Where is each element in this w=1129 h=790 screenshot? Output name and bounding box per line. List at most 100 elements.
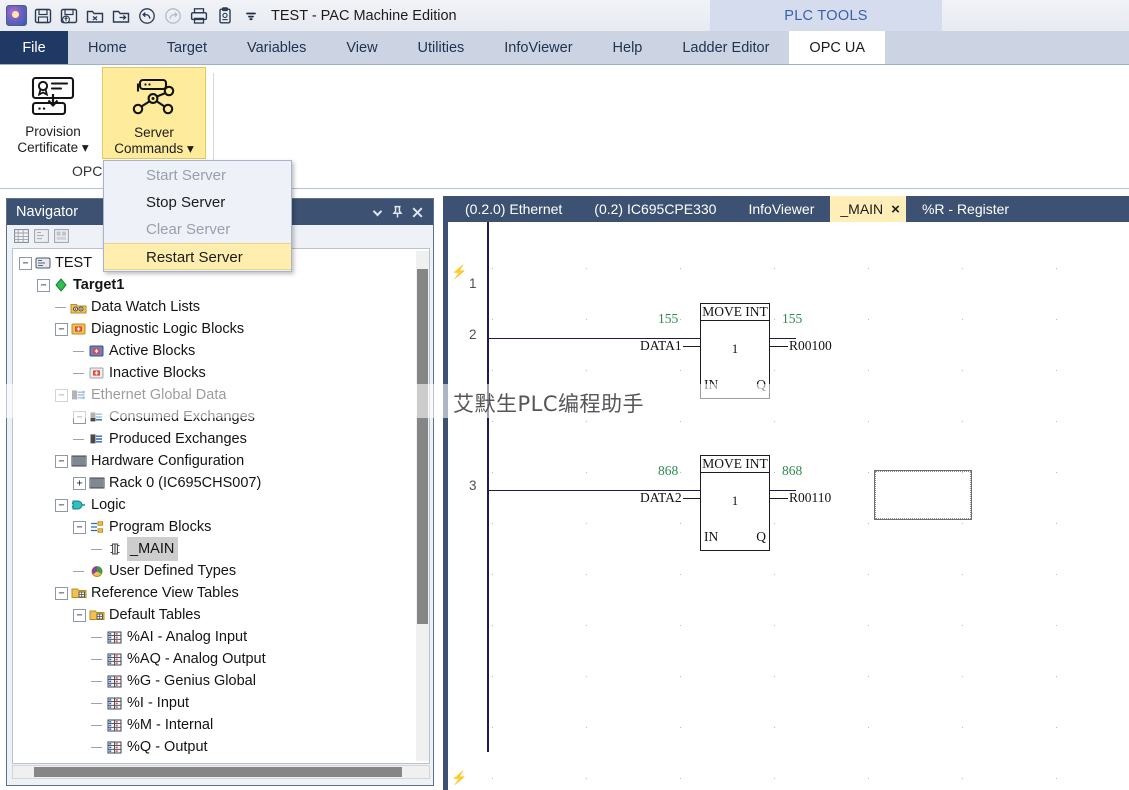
provision-certificate-button[interactable]: Provision Certificate ▾	[4, 67, 102, 159]
folder-close-icon[interactable]	[82, 3, 107, 28]
tree-item-program-blocks[interactable]: − Program Blocks	[13, 516, 429, 538]
progblocks-icon	[88, 519, 105, 535]
editor-tab-infoviewer[interactable]: InfoViewer	[732, 196, 830, 222]
chevron-down-icon[interactable]	[367, 202, 387, 222]
properties-icon[interactable]	[33, 229, 49, 244]
collapse-toggle-icon[interactable]: −	[55, 322, 68, 336]
tab-file[interactable]: File	[0, 31, 68, 65]
tree-connector	[91, 741, 104, 754]
close-icon[interactable]: ×	[891, 201, 900, 218]
navigator-vertical-scrollbar[interactable]	[416, 251, 429, 761]
collapse-toggle-icon[interactable]: −	[55, 498, 68, 512]
tree-item-active-blocks[interactable]: Active Blocks	[13, 340, 429, 362]
dropdown-caret-icon[interactable]: ▾	[78, 140, 89, 155]
function-block-2-output-operand[interactable]: R00110	[789, 490, 831, 506]
tab-ladder-editor[interactable]: Ladder Editor	[662, 31, 789, 65]
close-icon[interactable]	[407, 202, 427, 222]
tree-connector	[73, 367, 86, 380]
tab-opc-ua[interactable]: OPC UA	[789, 31, 886, 65]
tree-item-target1[interactable]: − Target1	[13, 274, 429, 296]
tree-item-main[interactable]: _MAIN	[13, 537, 429, 561]
navigator-horizontal-scrollbar[interactable]	[12, 765, 430, 779]
expand-toggle-icon[interactable]: +	[73, 476, 86, 490]
table-icon	[106, 651, 123, 667]
exchange-icon	[88, 431, 105, 447]
navigator-vscroll-thumb[interactable]	[417, 269, 428, 624]
tree-item-reference-view-tables[interactable]: − Reference View Tables	[13, 582, 429, 604]
grid-dot	[1056, 574, 1057, 575]
menu-item-start-server[interactable]: Start Server	[104, 162, 291, 189]
clipboard-icon[interactable]	[212, 3, 237, 28]
collapse-toggle-icon[interactable]: −	[37, 278, 50, 292]
collapse-toggle-icon[interactable]: −	[73, 608, 86, 622]
undo-icon[interactable]	[134, 3, 159, 28]
collapse-toggle-icon[interactable]: −	[73, 520, 86, 534]
ladder-canvas[interactable]: 1 2 3 ⚡ ⚡ MOVE INT 1 IN Q DATA1 R00100 1…	[443, 222, 1129, 790]
tab-view[interactable]: View	[326, 31, 397, 65]
tree-item-data-watch-lists[interactable]: Data Watch Lists	[13, 296, 429, 318]
tree-item-inactive-blocks[interactable]: Inactive Blocks	[13, 362, 429, 384]
function-block-1-output-operand[interactable]: R00100	[789, 338, 832, 354]
grid-dot	[868, 421, 869, 422]
function-block-2-out-stub	[770, 498, 788, 499]
editor-tab-main[interactable]: _MAIN ×	[830, 196, 906, 222]
inactiveblock-icon	[88, 365, 105, 381]
tab-target[interactable]: Target	[147, 31, 227, 65]
chevron-down-icon[interactable]	[238, 3, 263, 28]
selection-rectangle[interactable]	[874, 470, 972, 520]
grid-dot	[680, 421, 681, 422]
navigator-tree[interactable]: − TEST − Target1 Data Watch Lists − Diagnostic…	[12, 248, 430, 764]
server-commands-button[interactable]: Server Commands ▾	[102, 67, 206, 159]
grid-dot	[492, 370, 493, 371]
tab-infoviewer[interactable]: InfoViewer	[484, 31, 592, 65]
tab-utilities[interactable]: Utilities	[398, 31, 485, 65]
grid-dot	[868, 319, 869, 320]
tree-item-logic[interactable]: − Logic	[13, 494, 429, 516]
inspector-icon[interactable]	[53, 229, 69, 244]
pin-icon[interactable]	[387, 202, 407, 222]
collapse-toggle-icon[interactable]: −	[55, 454, 68, 468]
grid-dot	[586, 625, 587, 626]
editor-tab-ethernet[interactable]: (0.2.0) Ethernet	[449, 196, 578, 222]
function-block-2-instance: 1	[731, 493, 739, 508]
tab-variables[interactable]: Variables	[227, 31, 326, 65]
server-commands-menu[interactable]: Start Server Stop Server Clear Server Re…	[103, 160, 292, 272]
table-icon	[106, 695, 123, 711]
tree-item-aq-analog-output[interactable]: %AQ - Analog Output	[13, 648, 429, 670]
function-block-move-int-2[interactable]: MOVE INT 1 IN Q	[700, 455, 770, 551]
menu-item-stop-server[interactable]: Stop Server	[104, 189, 291, 216]
tree-item-m-internal[interactable]: %M - Internal	[13, 714, 429, 736]
menu-item-clear-server[interactable]: Clear Server	[104, 216, 291, 243]
tree-item-hardware-configuration[interactable]: − Hardware Configuration	[13, 450, 429, 472]
function-block-1-input-operand[interactable]: DATA1	[640, 338, 682, 354]
tree-item-default-tables[interactable]: − Default Tables	[13, 604, 429, 626]
dropdown-caret-icon-2[interactable]: ▾	[183, 141, 194, 156]
tree-item-ai-analog-input[interactable]: %AI - Analog Input	[13, 626, 429, 648]
tab-home[interactable]: Home	[68, 31, 147, 65]
tree-item-rack-0-ic695chs007[interactable]: + Rack 0 (IC695CHS007)	[13, 472, 429, 494]
function-block-2-input-operand[interactable]: DATA2	[640, 490, 682, 506]
tree-connector	[73, 565, 86, 578]
collapse-toggle-icon[interactable]: −	[55, 586, 68, 600]
save-as-icon[interactable]	[56, 3, 81, 28]
certificate-download-icon	[27, 74, 79, 122]
editor-tab-cpe330[interactable]: (0.2) IC695CPE330	[578, 196, 732, 222]
app-logo-icon[interactable]	[4, 3, 29, 28]
menu-item-restart-server[interactable]: Restart Server	[104, 243, 291, 270]
collapse-toggle-icon[interactable]: −	[19, 256, 32, 270]
print-icon[interactable]	[186, 3, 211, 28]
tree-item-diagnostic-logic-blocks[interactable]: − Diagnostic Logic Blocks	[13, 318, 429, 340]
tab-help[interactable]: Help	[593, 31, 663, 65]
tree-item-g-genius-global[interactable]: %G - Genius Global	[13, 670, 429, 692]
editor-tab-register[interactable]: %R - Register	[906, 196, 1025, 222]
tree-item-produced-exchanges[interactable]: Produced Exchanges	[13, 428, 429, 450]
tree-item-q-output[interactable]: %Q - Output	[13, 736, 429, 758]
navigator-hscroll-thumb[interactable]	[34, 767, 402, 777]
tree-item-user-defined-types[interactable]: User Defined Types	[13, 560, 429, 582]
editor-area: (0.2.0) Ethernet (0.2) IC695CPE330 InfoV…	[443, 196, 1129, 790]
tree-item-i-input[interactable]: %I - Input	[13, 692, 429, 714]
grid-dot	[586, 421, 587, 422]
save-icon[interactable]	[30, 3, 55, 28]
table-view-icon[interactable]	[13, 229, 29, 244]
folder-open-icon[interactable]	[108, 3, 133, 28]
